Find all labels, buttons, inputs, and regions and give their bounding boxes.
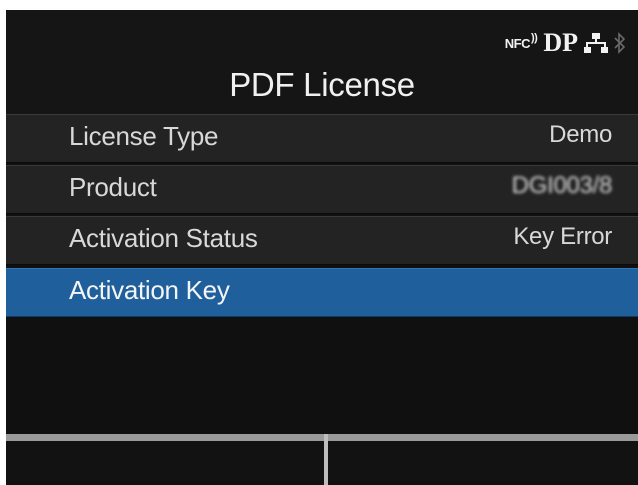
network-icon <box>584 32 608 54</box>
status-icons: NFC)) DP <box>505 28 626 58</box>
menu-item-license-type[interactable]: License Type Demo <box>6 114 638 163</box>
nfc-icon: NFC)) <box>504 31 538 51</box>
page-title: PDF License <box>229 66 415 103</box>
menu-item-label: Activation Status <box>69 223 258 253</box>
header: NFC)) DP PDF License <box>6 10 638 114</box>
bluetooth-icon <box>614 31 626 55</box>
menu-item-value: DGI003/8 <box>511 172 613 199</box>
dp-icon: DP <box>543 28 578 57</box>
softkey-right[interactable] <box>328 434 638 485</box>
printer-display: NFC)) DP PDF License License Type Demo P… <box>6 10 638 485</box>
menu-item-label: Product <box>69 172 157 202</box>
nfc-label: NFC <box>504 35 531 51</box>
menu-item-product[interactable]: Product DGI003/8 <box>6 165 638 214</box>
menu-item-value: Demo <box>549 121 612 148</box>
menu-item-label: Activation Key <box>69 275 230 305</box>
menu-item-activation-key[interactable]: Activation Key <box>6 268 638 317</box>
softkey-left[interactable] <box>6 434 324 485</box>
menu-item-value: Key Error <box>513 223 612 250</box>
menu-item-activation-status[interactable]: Activation Status Key Error <box>6 216 638 265</box>
menu-item-label: License Type <box>69 121 219 151</box>
